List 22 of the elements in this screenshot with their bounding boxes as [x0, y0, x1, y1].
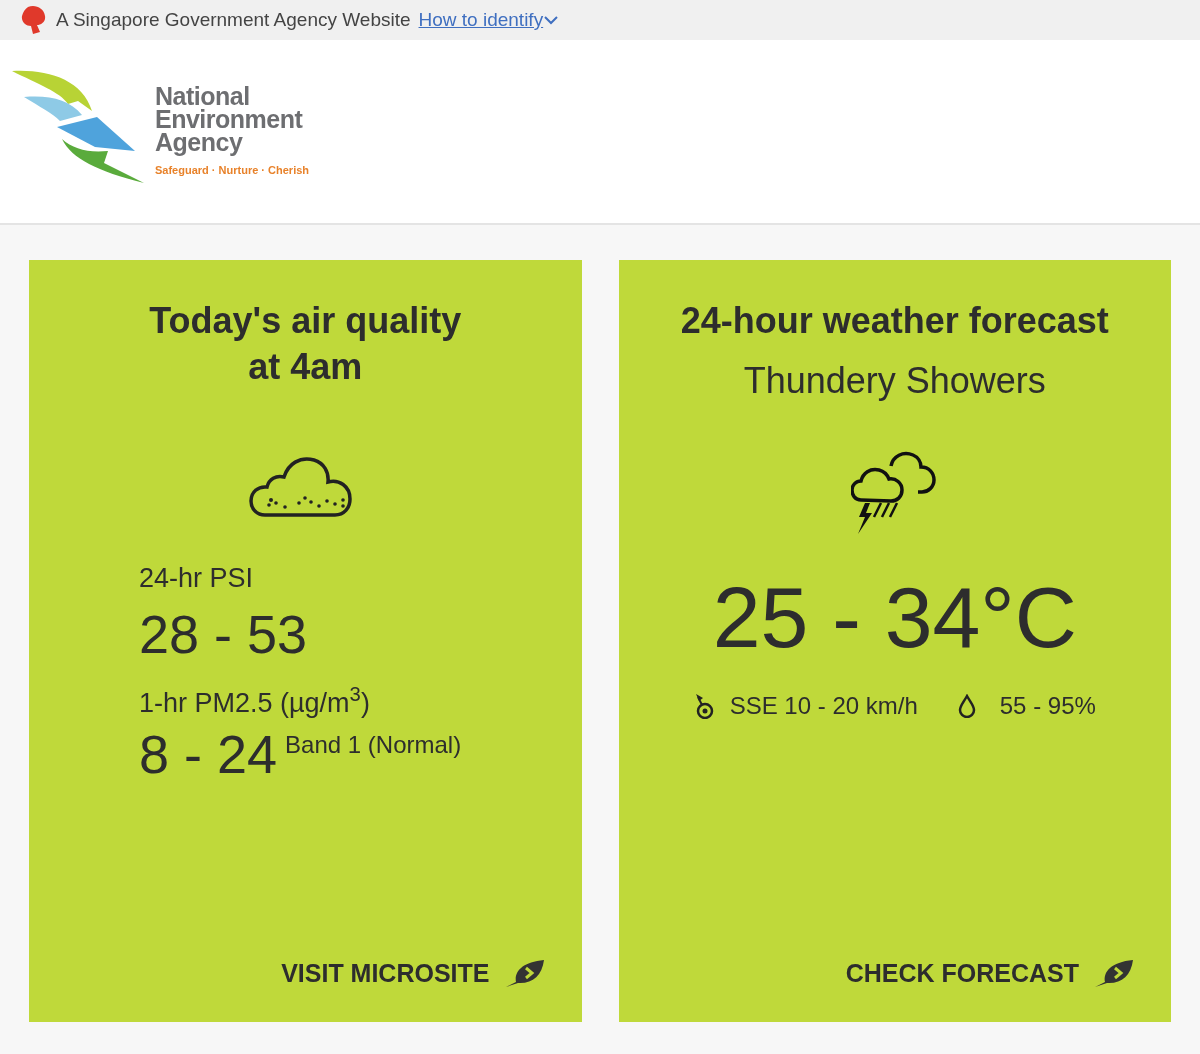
weather-condition: Thundery Showers	[742, 359, 1047, 403]
psi-label: 24-hr PSI	[139, 562, 255, 595]
psi-value: 28 - 53	[139, 606, 309, 661]
wind-direction-icon	[693, 693, 714, 719]
check-forecast-button[interactable]: CHECK FORECAST	[845, 954, 1137, 992]
water-drop-icon	[957, 694, 976, 718]
how-to-identify-link[interactable]: How to identify	[418, 5, 560, 35]
visit-microsite-button[interactable]: VISIT MICROSITE	[281, 954, 548, 992]
temperature-range: 25 - 34°C	[711, 574, 1078, 660]
logo-wordmark-line: Environment	[155, 107, 304, 131]
logo-wordmark-line: National	[155, 84, 250, 108]
card-title: Today's air quality at 4am	[148, 299, 463, 389]
masthead-text: A Singapore Government Agency Website	[56, 7, 411, 32]
pm25-band-label: Band 1 (Normal)	[285, 730, 462, 760]
chevron-down-icon	[543, 15, 560, 25]
logo-wordmark-line: Agency	[155, 130, 243, 154]
logo-tagline: Safeguard · Nurture · Cherish	[155, 162, 310, 178]
wind-speed: SSE 10 - 20 km/h	[729, 691, 918, 721]
pm25-value: 8 - 24	[139, 727, 278, 781]
pm25-label: 1-hr PM2.5 (µg/m$^{3}$)	[139, 682, 371, 720]
card-title: 24-hour weather forecast	[679, 299, 1110, 343]
humidity-range: 55 - 95%	[999, 691, 1096, 721]
